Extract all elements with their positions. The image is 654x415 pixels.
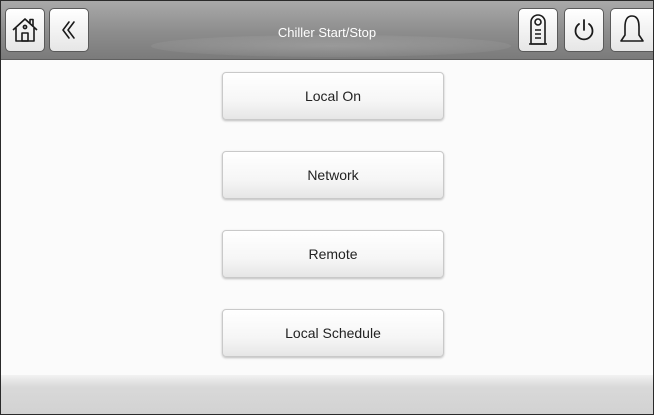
login-button[interactable] (518, 8, 558, 52)
home-button[interactable] (5, 8, 45, 52)
power-icon (570, 16, 598, 44)
back-button[interactable] (49, 8, 89, 52)
bell-icon (617, 13, 647, 47)
door-hanger-lock-icon (524, 13, 552, 47)
local-on-button[interactable]: Local On (222, 72, 444, 120)
home-icon (10, 15, 40, 45)
start-stop-options: Local On Network Remote Local Schedule (1, 60, 653, 375)
remote-button[interactable]: Remote (222, 230, 444, 278)
footer-bar (1, 375, 653, 414)
local-schedule-button[interactable]: Local Schedule (222, 309, 444, 357)
title-bar: Chiller Start/Stop (1, 1, 653, 60)
app-window: Chiller Start/Stop Local On Network Remo… (0, 0, 654, 415)
title-bar-sheen (151, 35, 511, 57)
power-button[interactable] (564, 8, 604, 52)
network-button[interactable]: Network (222, 151, 444, 199)
alarm-button[interactable] (610, 8, 653, 52)
double-chevron-left-icon (57, 18, 81, 42)
